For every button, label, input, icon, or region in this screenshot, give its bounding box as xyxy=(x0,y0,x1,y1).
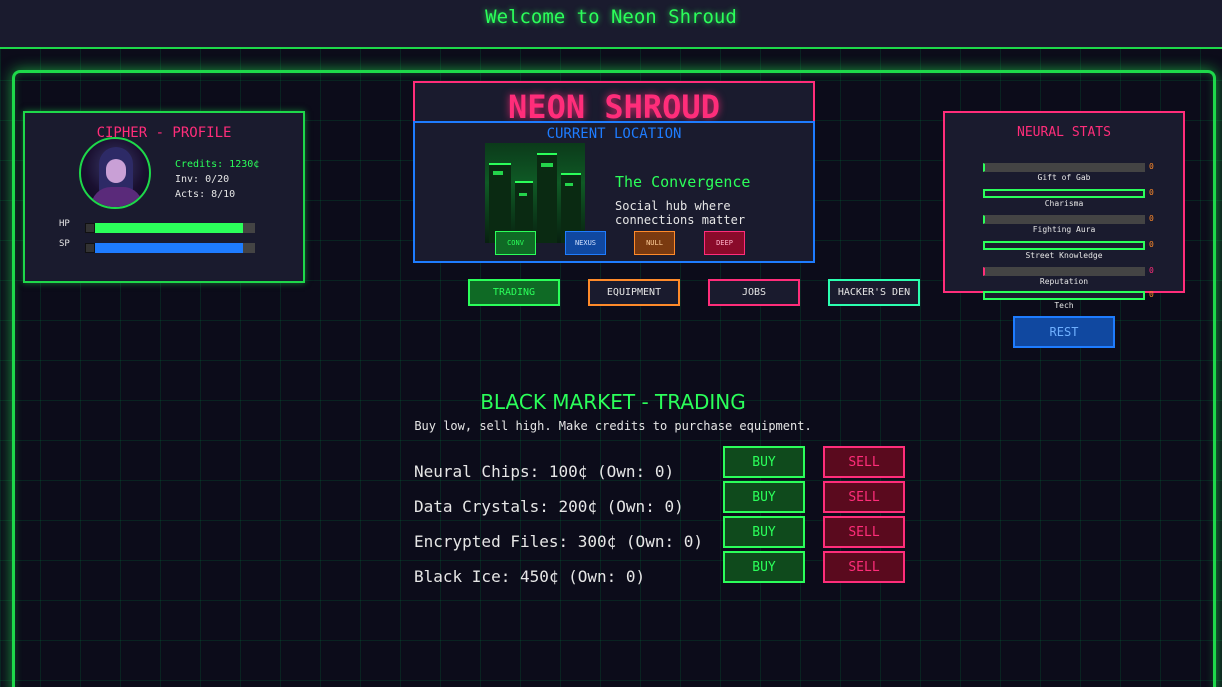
profile-panel: CIPHER - PROFILE Credits: 1230¢ Inv: 0/2… xyxy=(23,111,305,283)
stat-name: Reputation xyxy=(1039,277,1089,286)
location-description: Social hub where connections matter xyxy=(615,199,746,227)
stat-name: Fighting Aura xyxy=(1032,225,1096,234)
buy-black-ice-button[interactable]: BUY xyxy=(723,551,805,583)
stat-name: Gift of Gab xyxy=(1037,173,1091,182)
stat-value: 0 xyxy=(1149,188,1154,197)
location-panel: CURRENT LOCATION The Convergence Social … xyxy=(413,121,815,263)
location-title: CURRENT LOCATION xyxy=(546,126,682,142)
stat-bar xyxy=(983,189,1145,198)
stat-bar xyxy=(983,163,1145,172)
sell-data-crystals-button[interactable]: SELL xyxy=(823,481,905,513)
welcome-title: Welcome to Neon Shroud xyxy=(485,6,737,28)
profile-stats: Credits: 1230¢ Inv: 0/20 Acts: 8/10 xyxy=(175,157,259,202)
trading-button[interactable]: TRADING xyxy=(468,279,560,306)
sp-label: SP xyxy=(59,239,70,249)
stat-bar xyxy=(983,291,1145,300)
actions-value: Acts: 8/10 xyxy=(175,189,236,200)
credits-value: Credits: 1230¢ xyxy=(175,159,260,170)
sell-encrypted-files-button[interactable]: SELL xyxy=(823,516,905,548)
market-title: BLACK MARKET - TRADING xyxy=(480,390,746,414)
buy-encrypted-files-button[interactable]: BUY xyxy=(723,516,805,548)
top-header-bar: Welcome to Neon Shroud xyxy=(0,0,1222,49)
stat-value: 0 xyxy=(1149,240,1154,249)
avatar xyxy=(79,137,151,209)
stat-name: Charisma xyxy=(1044,199,1084,208)
stat-name: Street Knowledge xyxy=(1025,251,1103,260)
stat-bar xyxy=(983,241,1145,250)
stat-bar xyxy=(983,267,1145,276)
game-title-banner: NEON SHROUD xyxy=(413,81,815,126)
hackers-den-button[interactable]: HACKER'S DEN xyxy=(828,279,920,306)
stat-value: 0 xyxy=(1149,214,1154,223)
market-subtitle: Buy low, sell high. Make credits to purc… xyxy=(414,419,812,433)
location-name: The Convergence xyxy=(615,173,751,191)
sp-bar xyxy=(85,243,255,253)
travel-deep-button[interactable]: DEEP xyxy=(704,231,745,255)
rest-button[interactable]: REST xyxy=(1013,316,1115,348)
market-item-neural-chips: Neural Chips: 100¢ (Own: 0) xyxy=(414,462,675,481)
hp-bar xyxy=(85,223,255,233)
stat-bar xyxy=(983,215,1145,224)
equipment-button[interactable]: EQUIPMENT xyxy=(588,279,680,306)
stat-value: 0 xyxy=(1149,290,1154,299)
stat-value: 0 xyxy=(1149,162,1154,171)
buy-data-crystals-button[interactable]: BUY xyxy=(723,481,805,513)
sell-neural-chips-button[interactable]: SELL xyxy=(823,446,905,478)
hp-label: HP xyxy=(59,219,70,229)
market-item-encrypted-files: Encrypted Files: 300¢ (Own: 0) xyxy=(414,532,703,551)
neural-stats-title: NEURAL STATS xyxy=(1017,125,1111,140)
travel-null-button[interactable]: NULL xyxy=(634,231,675,255)
travel-conv-button[interactable]: CONV xyxy=(495,231,536,255)
profile-title: CIPHER - PROFILE xyxy=(96,125,232,141)
neural-stats-panel: NEURAL STATS 0 Gift of Gab 0 Charisma 0 … xyxy=(943,111,1185,293)
hp-bar-fill xyxy=(85,223,244,233)
buy-neural-chips-button[interactable]: BUY xyxy=(723,446,805,478)
stat-value: 0 xyxy=(1149,266,1154,275)
stat-name: Tech xyxy=(1054,301,1074,310)
market-item-data-crystals: Data Crystals: 200¢ (Own: 0) xyxy=(414,497,684,516)
jobs-button[interactable]: JOBS xyxy=(708,279,800,306)
inventory-value: Inv: 0/20 xyxy=(175,174,230,185)
sell-black-ice-button[interactable]: SELL xyxy=(823,551,905,583)
sp-bar-fill xyxy=(85,243,244,253)
market-item-black-ice: Black Ice: 450¢ (Own: 0) xyxy=(414,567,646,586)
location-image xyxy=(485,143,585,243)
travel-nexus-button[interactable]: NEXUS xyxy=(565,231,606,255)
